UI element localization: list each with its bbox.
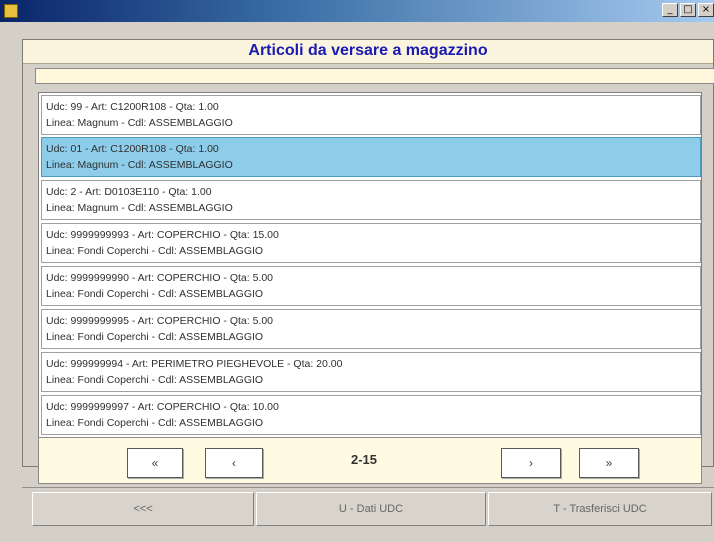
list-item-line1: Udc: 99 - Art: C1200R108 - Qta: 1.00 — [46, 101, 219, 113]
list-item-line1: Udc: 9999999990 - Art: COPERCHIO - Qta: … — [46, 272, 274, 284]
page-title: Articoli da versare a magazzino — [23, 40, 713, 64]
list-item-line2: Linea: Fondi Coperchi - Cdl: ASSEMBLAGGI… — [46, 374, 264, 386]
list-item-line2: Linea: Magnum - Cdl: ASSEMBLAGGIO — [46, 202, 233, 214]
list-item[interactable]: Udc: 9999999993 - Art: COPERCHIO - Qta: … — [41, 223, 701, 263]
list-item-line2: Linea: Fondi Coperchi - Cdl: ASSEMBLAGGI… — [46, 245, 264, 257]
app-icon — [4, 4, 18, 18]
list-item-line1: Udc: 9999999993 - Art: COPERCHIO - Qta: … — [46, 229, 279, 241]
window-controls: _ □ × — [662, 3, 714, 17]
dati-udc-button[interactable]: U - Dati UDC — [256, 492, 486, 526]
list-item[interactable]: Udc: 9999999990 - Art: COPERCHIO - Qta: … — [41, 266, 701, 306]
header-info-strip — [35, 68, 714, 84]
back-button[interactable]: <<< — [32, 492, 254, 526]
list-item-line1: Udc: 01 - Art: C1200R108 - Qta: 1.00 — [46, 143, 219, 155]
articles-list[interactable]: Udc: 99 - Art: C1200R108 - Qta: 1.00 Lin… — [38, 92, 702, 438]
trasferisci-udc-button[interactable]: T - Trasferisci UDC — [488, 492, 712, 526]
list-item[interactable]: Udc: 9999999995 - Art: COPERCHIO - Qta: … — [41, 309, 701, 349]
next-page-button[interactable]: › — [501, 448, 561, 478]
list-item-line1: Udc: 9999999995 - Art: COPERCHIO - Qta: … — [46, 315, 274, 327]
list-item-selected[interactable]: Udc: 01 - Art: C1200R108 - Qta: 1.00 Lin… — [41, 137, 701, 177]
list-item-line2: Linea: Magnum - Cdl: ASSEMBLAGGIO — [46, 159, 233, 171]
close-button[interactable]: × — [698, 3, 714, 17]
list-item[interactable]: Udc: 999999994 - Art: PERIMETRO PIEGHEVO… — [41, 352, 701, 392]
pagination-bar: « ‹ 2-15 › » — [38, 437, 702, 484]
list-item[interactable]: Udc: 2 - Art: D0103E110 - Qta: 1.00 Line… — [41, 180, 701, 220]
maximize-button[interactable]: □ — [680, 3, 696, 17]
action-bar: <<< U - Dati UDC T - Trasferisci UDC — [22, 487, 714, 527]
list-item-line2: Linea: Fondi Coperchi - Cdl: ASSEMBLAGGI… — [46, 417, 264, 429]
list-item-line2: Linea: Fondi Coperchi - Cdl: ASSEMBLAGGI… — [46, 288, 264, 300]
list-item-line2: Linea: Fondi Coperchi - Cdl: ASSEMBLAGGI… — [46, 331, 264, 343]
list-item[interactable]: Udc: 99 - Art: C1200R108 - Qta: 1.00 Lin… — [41, 95, 701, 135]
list-item-line1: Udc: 9999999997 - Art: COPERCHIO - Qta: … — [46, 401, 279, 413]
last-page-button[interactable]: » — [579, 448, 639, 478]
minimize-button[interactable]: _ — [662, 3, 678, 17]
first-page-button[interactable]: « — [127, 448, 183, 478]
prev-page-button[interactable]: ‹ — [205, 448, 263, 478]
list-item-line1: Udc: 999999994 - Art: PERIMETRO PIEGHEVO… — [46, 358, 343, 370]
window-titlebar[interactable]: _ □ × — [0, 0, 714, 22]
list-item-line2: Linea: Magnum - Cdl: ASSEMBLAGGIO — [46, 117, 233, 129]
page-indicator: 2-15 — [350, 452, 378, 467]
list-item[interactable]: Udc: 9999999997 - Art: COPERCHIO - Qta: … — [41, 395, 701, 435]
list-item-line1: Udc: 2 - Art: D0103E110 - Qta: 1.00 — [46, 186, 212, 198]
